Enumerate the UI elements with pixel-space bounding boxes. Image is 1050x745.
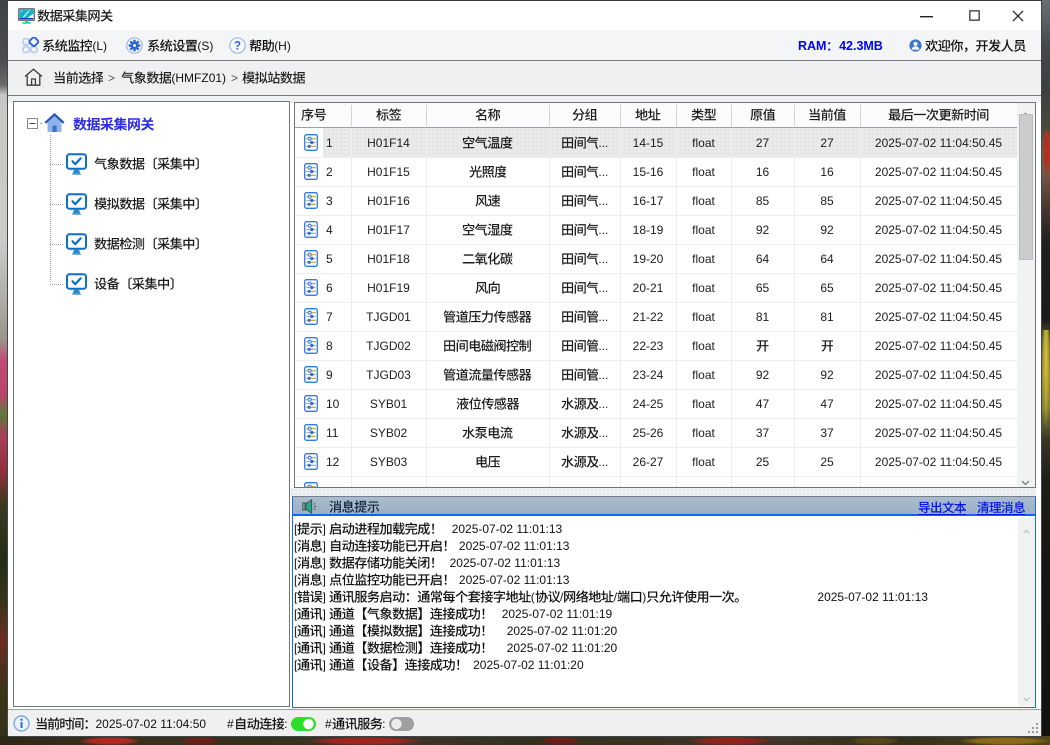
svg-text:?: ? [234,41,241,53]
